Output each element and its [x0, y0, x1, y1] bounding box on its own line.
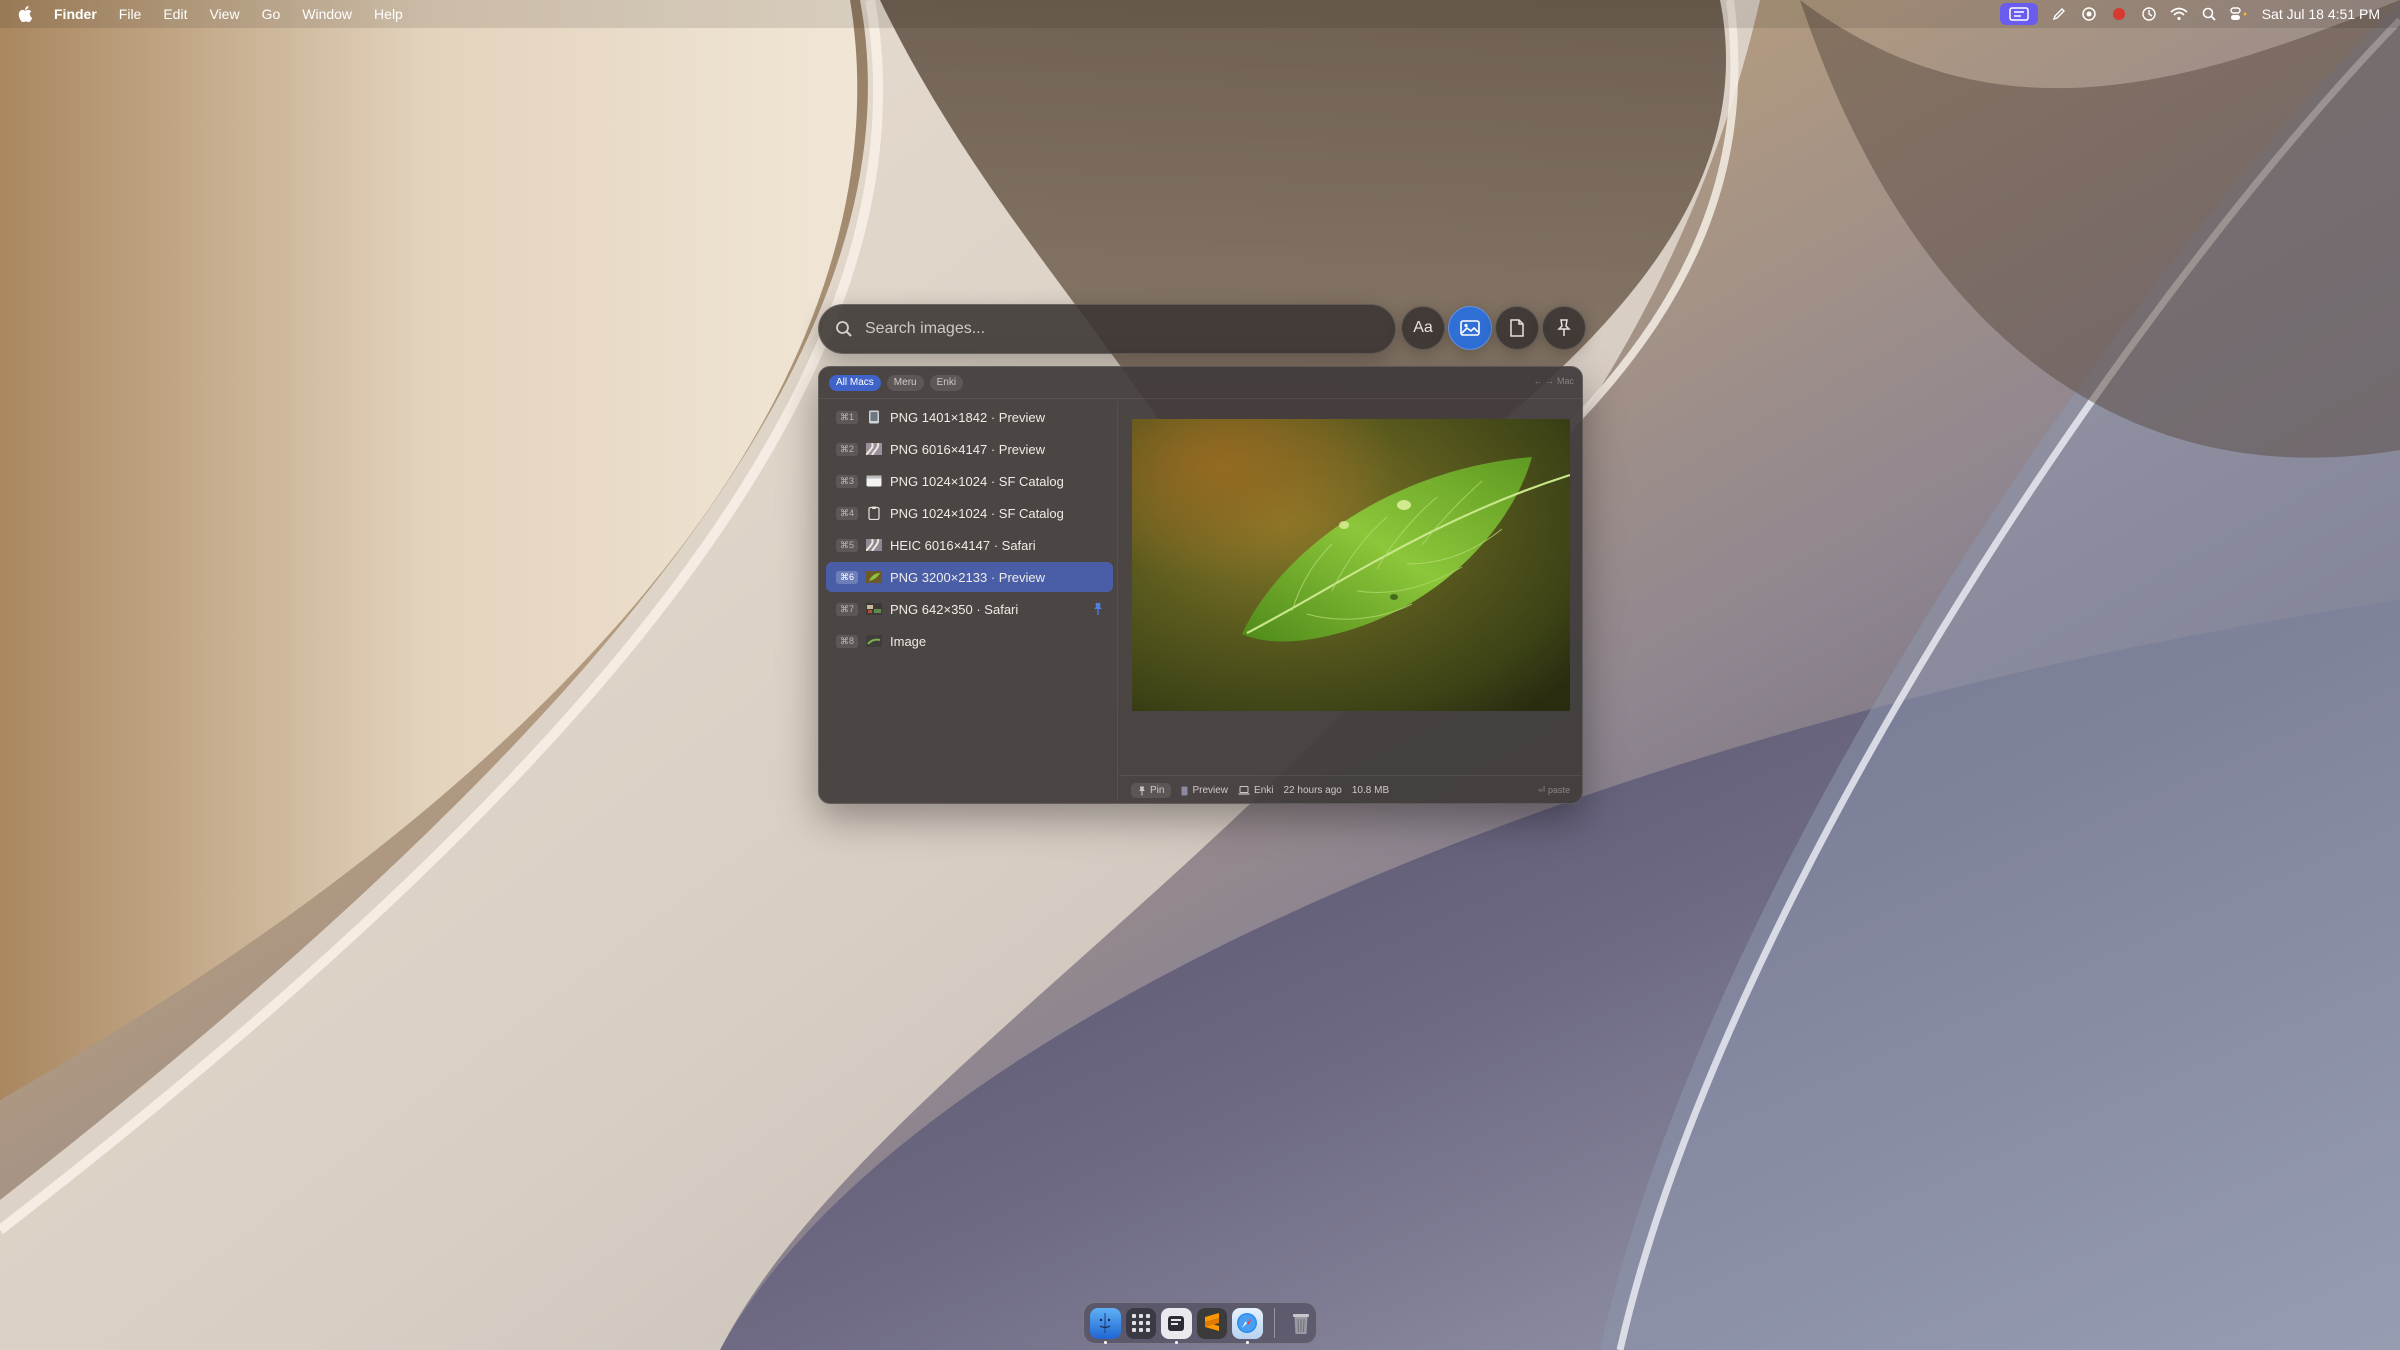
clip-list: ⌘1 PNG 1401×1842 · Preview ⌘2 PNG 6016×4… [822, 401, 1118, 801]
menu-clock[interactable]: Sat Jul 18 4:51 PM [2262, 6, 2380, 22]
file-filter-button[interactable] [1495, 306, 1539, 350]
list-item[interactable]: ⌘7 PNG 642×350 · Safari [826, 594, 1113, 624]
clipboard-app-icon[interactable] [1161, 1307, 1192, 1344]
dock-separator [1273, 1308, 1275, 1338]
list-item[interactable]: ⌘2 PNG 6016×4147 · Preview [826, 434, 1113, 464]
menu-bar: Finder File Edit View Go Window Help Sat… [0, 0, 2400, 28]
preview-app-icon [1181, 786, 1188, 795]
pin-icon [1557, 319, 1571, 336]
shortcut-badge: ⌘7 [836, 602, 858, 616]
list-item[interactable]: ⌘5 HEIC 6016×4147 · Safari [826, 530, 1113, 560]
pinned-icon [1094, 603, 1102, 615]
search-input[interactable] [865, 320, 1365, 338]
apple-menu-icon[interactable] [18, 5, 34, 23]
source-app: Preview [1181, 785, 1228, 796]
phone-screenshot-thumb-icon [866, 410, 882, 424]
image-filter-button[interactable] [1448, 306, 1492, 350]
wallpaper-thumb-icon [866, 442, 882, 456]
pin-icon [1139, 786, 1145, 795]
shortcut-badge: ⌘6 [836, 570, 858, 584]
list-item-label: HEIC 6016×4147 · Safari [890, 537, 1036, 553]
source-device: Enki [1238, 785, 1273, 796]
launchpad-icon[interactable] [1125, 1307, 1156, 1339]
menu-go[interactable]: Go [251, 0, 292, 28]
chip-all-macs[interactable]: All Macs [829, 374, 881, 391]
menu-help[interactable]: Help [363, 0, 414, 28]
menu-view[interactable]: View [198, 0, 250, 28]
pin-button[interactable]: Pin [1131, 783, 1172, 798]
clipboard-icon[interactable] [1999, 3, 2038, 25]
copied-time: 22 hours ago [1283, 785, 1342, 796]
preview-footer: Pin Preview Enki 22 hours ago 10.8 MB ⏎ … [1119, 775, 1582, 803]
list-item-label: PNG 1024×1024 · SF Catalog [890, 505, 1064, 521]
list-item-label: PNG 1401×1842 · Preview [890, 409, 1046, 425]
shortcut-badge: ⌘3 [836, 474, 858, 488]
shortcut-badge: ⌘5 [836, 538, 858, 552]
pencil-icon[interactable] [2044, 0, 2074, 28]
laptop-icon [1238, 786, 1250, 795]
red-record-icon[interactable] [2104, 0, 2134, 28]
image-preview [1132, 419, 1570, 711]
document-icon [1510, 319, 1524, 337]
menu-file[interactable]: File [108, 0, 153, 28]
pin-filter-button[interactable] [1542, 306, 1586, 350]
chip-meru[interactable]: Meru [886, 374, 924, 391]
paste-hint: ⏎ paste [1537, 785, 1570, 795]
menu-app-name[interactable]: Finder [54, 0, 108, 28]
list-item-label: PNG 1024×1024 · SF Catalog [890, 473, 1064, 489]
sublime-text-icon[interactable] [1196, 1307, 1227, 1339]
photo-icon [1460, 320, 1480, 336]
wifi-icon[interactable] [2164, 0, 2194, 28]
finder-icon[interactable] [1090, 1307, 1121, 1344]
list-item[interactable]: ⌘1 PNG 1401×1842 · Preview [826, 402, 1113, 432]
file-size: 10.8 MB [1351, 785, 1390, 796]
shortcut-badge: ⌘4 [836, 506, 858, 520]
shortcut-badge: ⌘2 [836, 442, 858, 456]
photo-thumb-icon [866, 602, 882, 616]
safari-icon[interactable] [1232, 1307, 1263, 1344]
time-machine-icon[interactable] [2134, 0, 2164, 28]
menu-window[interactable]: Window [291, 0, 363, 28]
list-item-label: PNG 642×350 · Safari [890, 601, 1019, 617]
control-center-icon[interactable] [2224, 0, 2254, 28]
window-thumb-icon [866, 474, 882, 488]
search-icon [836, 321, 852, 337]
clipboard-panel: All Macs Meru Enki ← → Mac ⌘1 PNG 1401×1… [818, 366, 1583, 804]
mac-hint-label: Mac [1556, 376, 1574, 386]
list-item-label: PNG 3200×2133 · Preview [890, 569, 1046, 585]
leaf-thumb-icon [866, 570, 882, 584]
trash-icon[interactable] [1285, 1308, 1316, 1339]
shortcut-badge: ⌘1 [836, 410, 858, 424]
running-indicator [1246, 1340, 1249, 1344]
spotlight-icon[interactable] [2194, 0, 2224, 28]
list-item[interactable]: ⌘3 PNG 1024×1024 · SF Catalog [826, 466, 1113, 496]
chip-enki[interactable]: Enki [929, 374, 964, 391]
text-filter-button[interactable]: Aa [1401, 306, 1445, 350]
search-field[interactable] [818, 304, 1396, 354]
source-app-label: Preview [1192, 785, 1229, 796]
image-thumb-icon [866, 634, 882, 648]
clipboard-thumb-icon [866, 506, 882, 520]
text-filter-label: Aa [1413, 319, 1433, 336]
cloud-icon[interactable] [2074, 0, 2104, 28]
list-item-label: PNG 6016×4147 · Preview [890, 441, 1046, 457]
shortcut-badge: ⌘8 [836, 634, 858, 648]
running-indicator [1175, 1340, 1178, 1344]
list-item-label: Image [890, 633, 927, 649]
source-device-label: Enki [1254, 785, 1274, 796]
menu-edit[interactable]: Edit [152, 0, 198, 28]
running-indicator [1104, 1340, 1107, 1344]
device-filter-bar: All Macs Meru Enki ← → Mac [819, 367, 1582, 399]
pin-label: Pin [1150, 785, 1165, 796]
arrow-keys-hint: ← → [1533, 376, 1554, 386]
dock [1083, 1302, 1317, 1344]
list-item-selected[interactable]: ⌘6 PNG 3200×2133 · Preview [826, 562, 1113, 592]
mac-switch-hint: ← → Mac [1533, 376, 1574, 386]
wallpaper-thumb-icon [866, 538, 882, 552]
list-item[interactable]: ⌘4 PNG 1024×1024 · SF Catalog [826, 498, 1113, 528]
list-item[interactable]: ⌘8 Image [826, 626, 1113, 656]
